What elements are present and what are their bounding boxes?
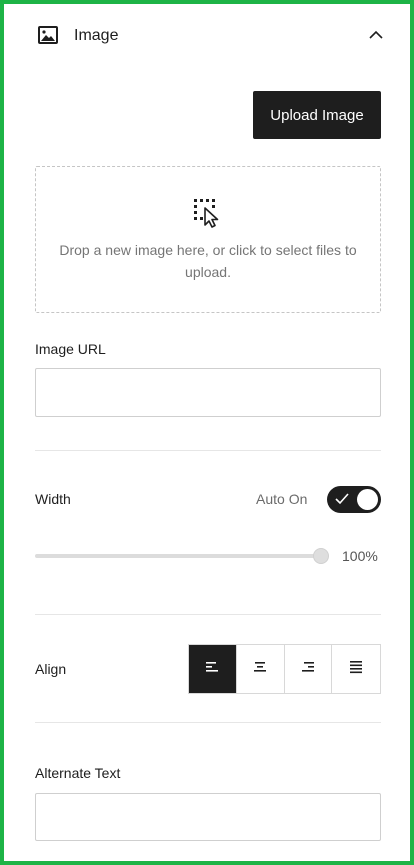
image-url-input[interactable] bbox=[35, 368, 381, 417]
image-icon bbox=[38, 26, 58, 49]
width-slider-thumb[interactable] bbox=[313, 548, 329, 564]
align-right-button[interactable] bbox=[284, 645, 333, 693]
align-label: Align bbox=[35, 661, 67, 677]
align-center-button[interactable] bbox=[236, 645, 285, 693]
align-justify-button[interactable] bbox=[332, 645, 380, 693]
upload-image-button[interactable]: Upload Image bbox=[253, 91, 381, 139]
toggle-knob bbox=[357, 489, 378, 510]
panel-header[interactable]: Image bbox=[34, 22, 390, 52]
align-right-icon bbox=[300, 660, 316, 679]
divider bbox=[35, 614, 381, 615]
auto-width-toggle[interactable] bbox=[327, 486, 381, 513]
divider bbox=[35, 722, 381, 723]
image-settings-panel: Image Upload Image Drop a new image here… bbox=[0, 0, 414, 865]
drop-select-icon bbox=[191, 196, 225, 230]
alt-text-label: Alternate Text bbox=[35, 765, 121, 781]
align-justify-icon bbox=[348, 660, 364, 679]
align-button-group bbox=[188, 644, 381, 694]
divider bbox=[35, 450, 381, 451]
align-left-button[interactable] bbox=[189, 645, 237, 693]
panel-title: Image bbox=[74, 27, 119, 44]
auto-width-label: Auto On bbox=[256, 491, 308, 507]
drop-zone-text: Drop a new image here, or click to selec… bbox=[59, 242, 357, 280]
alt-text-input[interactable] bbox=[35, 793, 381, 841]
width-slider-track[interactable] bbox=[35, 554, 325, 558]
check-icon bbox=[335, 489, 349, 514]
width-value: 100% bbox=[342, 548, 378, 564]
chevron-up-icon[interactable] bbox=[368, 28, 384, 46]
align-center-icon bbox=[252, 660, 268, 679]
width-label: Width bbox=[35, 491, 71, 507]
align-left-icon bbox=[204, 660, 220, 679]
image-drop-zone[interactable]: Drop a new image here, or click to selec… bbox=[35, 166, 381, 313]
image-url-label: Image URL bbox=[35, 341, 106, 357]
